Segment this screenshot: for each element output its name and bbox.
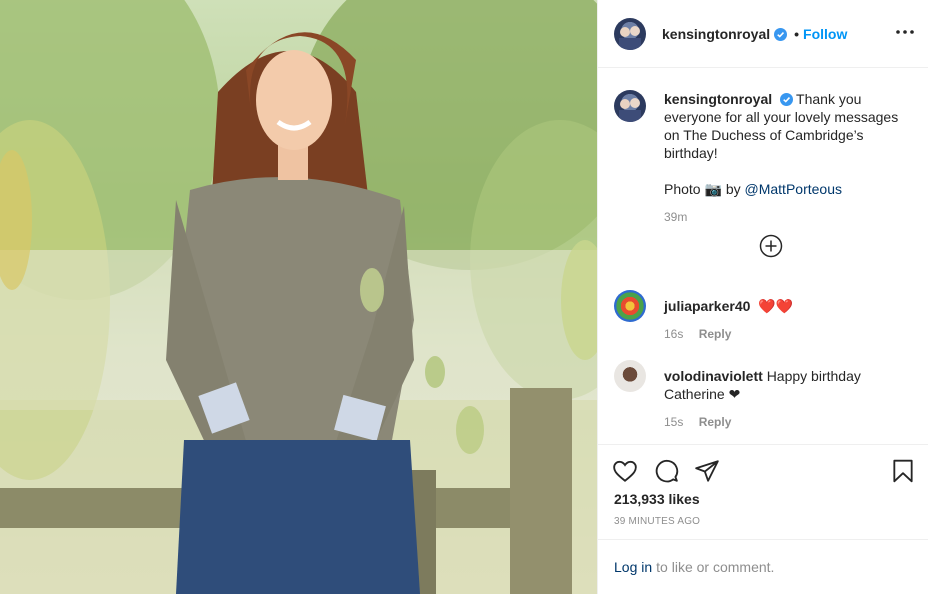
bookmark-icon[interactable] (890, 458, 916, 484)
verified-badge-icon (780, 93, 794, 106)
post-time-ago[interactable]: 39 MINUTES AGO (614, 516, 700, 527)
comment-body: volodinaviolett Happy birthday Catherine… (664, 360, 894, 431)
follow-button[interactable]: Follow (803, 26, 847, 42)
comment-username[interactable]: volodinaviolett (664, 368, 763, 384)
load-more-icon[interactable] (759, 234, 783, 258)
photo-by: by (725, 181, 741, 197)
photo-illustration (0, 0, 597, 594)
photographer-mention[interactable]: @MattPorteous (745, 181, 842, 197)
author-username[interactable]: kensingtonroyal (662, 26, 770, 42)
comment-icon[interactable] (653, 458, 679, 484)
comment-time[interactable]: 15s (664, 415, 683, 429)
comment-text: ❤️❤️ (758, 298, 794, 314)
comment-time[interactable]: 16s (664, 327, 683, 341)
login-suffix: to like or comment. (656, 559, 775, 575)
post-actions: 213,933 likes 39 MINUTES AGO Log in to l… (598, 444, 928, 594)
caption-body: kensingtonroyal Thank you everyone for a… (664, 90, 914, 226)
camera-icon: 📷 (704, 181, 722, 197)
reply-button[interactable]: Reply (699, 327, 732, 341)
comment-item: juliaparker40 ❤️❤️ 16s Reply (614, 290, 914, 343)
caption-time[interactable]: 39m (664, 210, 687, 224)
share-icon[interactable] (694, 458, 720, 484)
comment-meta: 16s Reply (664, 325, 793, 343)
caption-avatar[interactable] (614, 90, 646, 122)
like-count[interactable]: 213,933 likes (614, 491, 700, 507)
commenter-avatar[interactable] (614, 290, 646, 322)
comment-body: juliaparker40 ❤️❤️ 16s Reply (664, 290, 793, 343)
instagram-post: kensingtonroyal • Follow kensingtonroyal… (0, 0, 928, 594)
post-side-panel: kensingtonroyal • Follow kensingtonroyal… (597, 0, 928, 594)
reply-button[interactable]: Reply (699, 415, 732, 429)
login-link[interactable]: Log in (614, 559, 652, 575)
more-options-icon[interactable] (894, 22, 916, 42)
post-caption: kensingtonroyal Thank you everyone for a… (614, 90, 914, 226)
post-header: kensingtonroyal • Follow (598, 0, 928, 68)
comment-username[interactable]: juliaparker40 (664, 298, 750, 314)
caption-username[interactable]: kensingtonroyal (664, 91, 772, 107)
caption-credit: Photo 📷 by @MattPorteous (664, 180, 914, 198)
author-avatar[interactable] (614, 17, 646, 50)
comment-meta: 15s Reply (664, 413, 894, 431)
post-photo[interactable] (0, 0, 597, 594)
header-separator: • (794, 25, 800, 42)
comment-item: volodinaviolett Happy birthday Catherine… (614, 360, 914, 431)
caption-main-text: kensingtonroyal Thank you everyone for a… (664, 90, 914, 162)
verified-badge-icon (774, 28, 788, 41)
login-bar: Log in to like or comment. (598, 539, 928, 594)
commenter-avatar[interactable] (614, 360, 646, 392)
comments-section: kensingtonroyal Thank you everyone for a… (598, 68, 928, 444)
photo-prefix: Photo (664, 181, 701, 197)
heart-icon[interactable] (612, 458, 638, 484)
caption-meta: 39m (664, 208, 914, 226)
